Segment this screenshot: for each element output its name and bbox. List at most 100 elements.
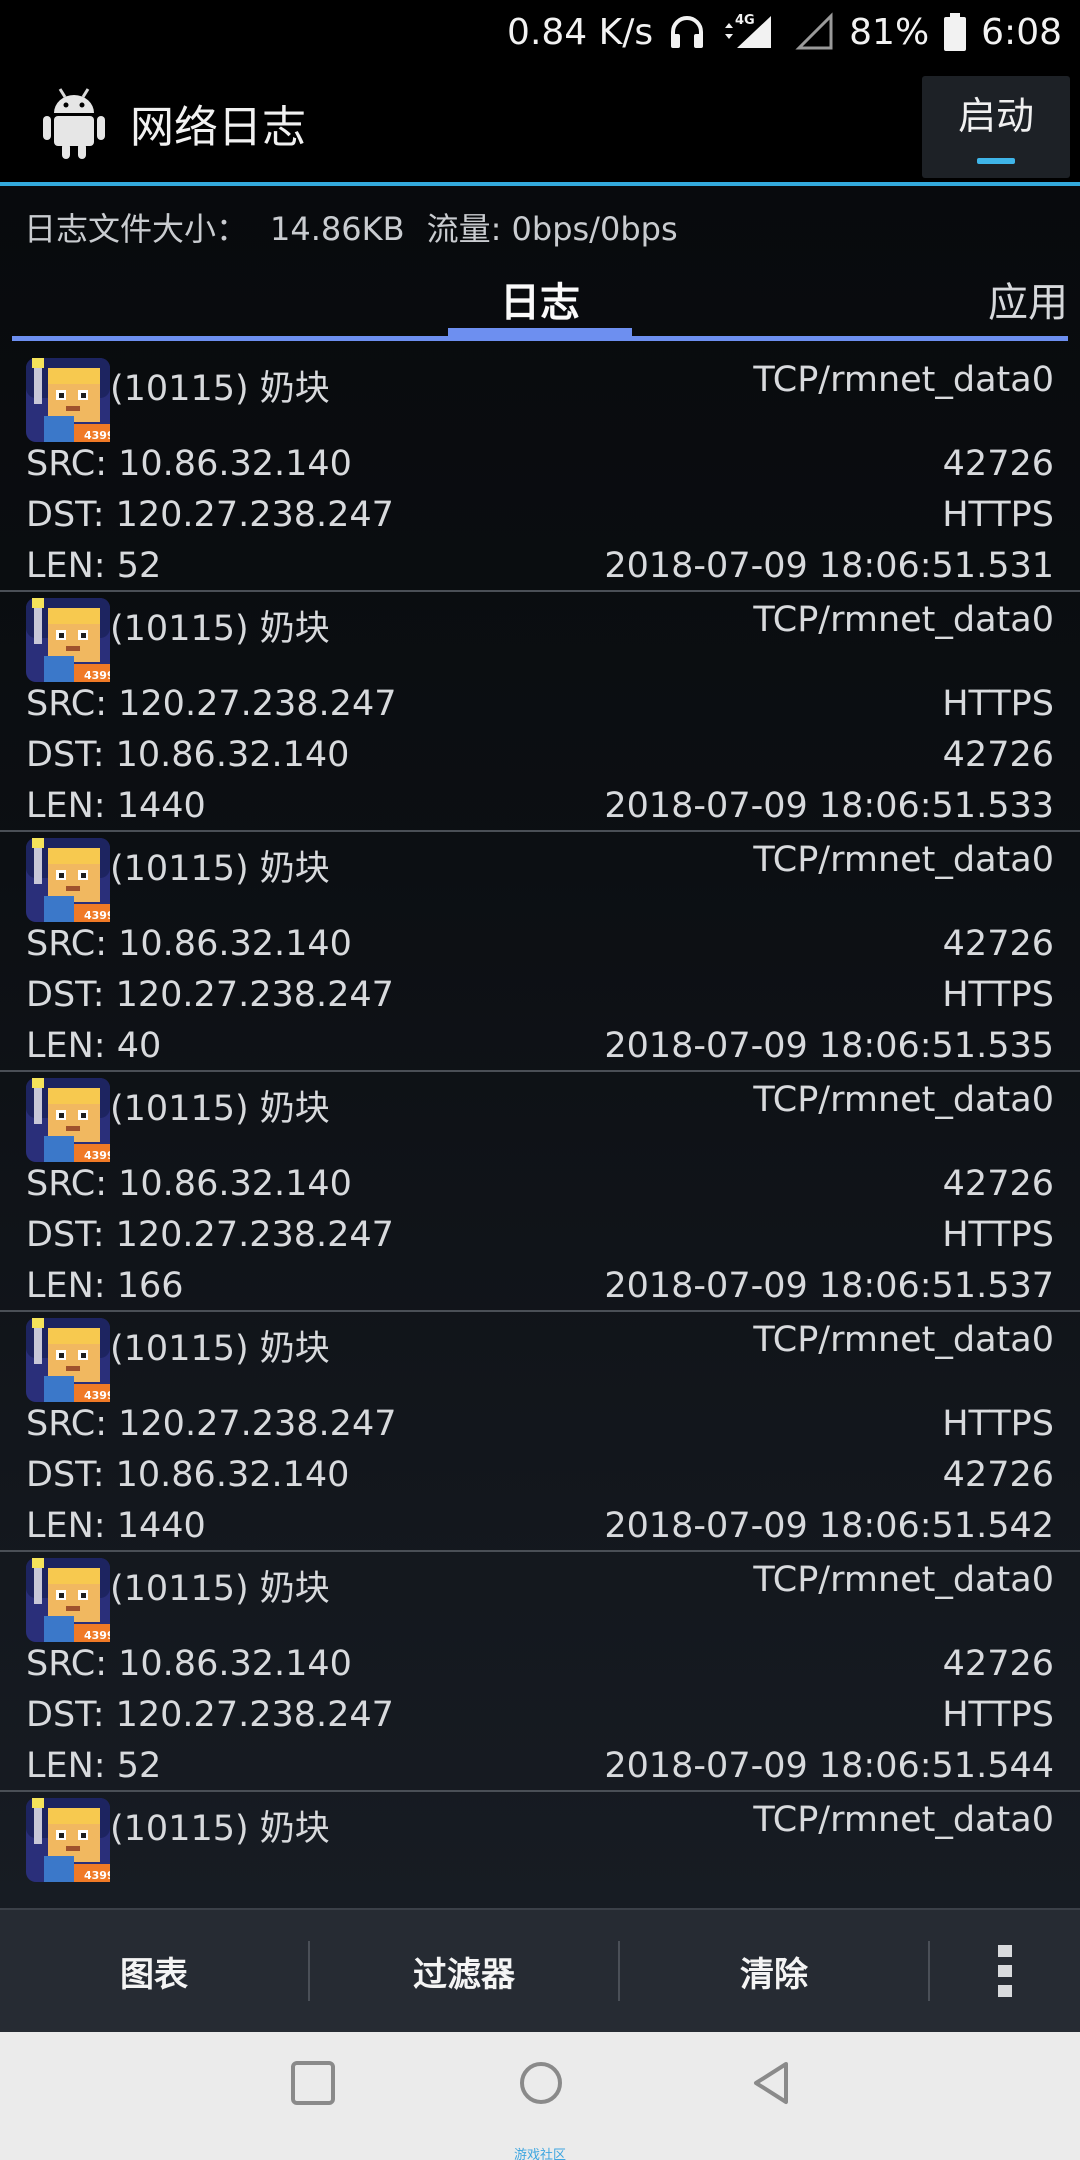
app-game-icon: [26, 358, 110, 442]
tabs-divider: [12, 336, 1068, 341]
log-entry[interactable]: (10115) 奶块 TCP/rmnet_data0 SRC: 10.86.32…: [0, 1552, 1080, 1792]
log-list[interactable]: (10115) 奶块 TCP/rmnet_data0 SRC: 10.86.32…: [0, 352, 1080, 1908]
network-speed: 0.84 K/s: [507, 11, 654, 53]
entry-src: SRC: 120.27.238.247: [26, 1404, 397, 1444]
entry-dst: DST: 120.27.238.247: [26, 495, 394, 535]
tab-apps[interactable]: 应用: [988, 270, 1068, 328]
entry-dst: DST: 10.86.32.140: [26, 735, 350, 775]
entry-time: 2018-07-09 18:06:51.544: [604, 1746, 1054, 1786]
filter-button-label: 过滤器: [413, 1954, 515, 1995]
battery-level: 81%: [849, 11, 930, 53]
watermark: 游戏社区: [514, 2148, 567, 2160]
log-entry[interactable]: (10115) 奶块 TCP/rmnet_data0 SRC: 10.86.32…: [0, 352, 1080, 592]
entry-app: (10115) 奶块: [110, 1809, 330, 1849]
network-type: 4G: [735, 13, 755, 28]
entry-time: 2018-07-09 18:06:51.535: [604, 1026, 1054, 1066]
entry-src-port: 42726: [942, 924, 1054, 964]
tab-log[interactable]: 日志: [448, 262, 632, 338]
entry-dst-port: HTTPS: [942, 975, 1054, 1015]
entry-protocol: TCP/rmnet_data0: [753, 1320, 1054, 1360]
entry-src-port: 42726: [942, 1164, 1054, 1204]
entry-dst: DST: 120.27.238.247: [26, 975, 394, 1015]
headphones-icon: [667, 12, 707, 52]
entry-app: (10115) 奶块: [110, 1329, 330, 1369]
entry-dst-port: HTTPS: [942, 1695, 1054, 1735]
entry-len: LEN: 1440: [26, 786, 206, 826]
home-icon[interactable]: [518, 2060, 564, 2106]
clear-button[interactable]: 清除: [620, 1909, 928, 2033]
file-size-label: 日志文件大小：: [24, 210, 249, 248]
app-game-icon: [26, 1078, 110, 1162]
entry-dst: DST: 120.27.238.247: [26, 1695, 394, 1735]
entry-dst-port: 42726: [942, 1455, 1054, 1495]
log-entry[interactable]: (10115) 奶块 TCP/rmnet_data0 SRC: 10.86.32…: [0, 1072, 1080, 1312]
entry-time: 2018-07-09 18:06:51.533: [604, 786, 1054, 826]
entry-protocol: TCP/rmnet_data0: [753, 840, 1054, 880]
clear-button-label: 清除: [740, 1954, 808, 1995]
entry-time: 2018-07-09 18:06:51.537: [604, 1266, 1054, 1306]
entry-dst-port: HTTPS: [942, 1215, 1054, 1255]
entry-len: LEN: 166: [26, 1266, 184, 1306]
signal-empty-icon: [795, 12, 835, 52]
entry-src: SRC: 10.86.32.140: [26, 444, 352, 484]
log-entry[interactable]: (10115) 奶块 TCP/rmnet_data0 SRC: 120.27.2…: [0, 592, 1080, 832]
log-entry[interactable]: (10115) 奶块 TCP/rmnet_data0 SRC: 10.86.32…: [0, 832, 1080, 1072]
entry-app: (10115) 奶块: [110, 609, 330, 649]
entry-protocol: TCP/rmnet_data0: [753, 1800, 1054, 1840]
entry-src: SRC: 120.27.238.247: [26, 684, 397, 724]
tab-bar: 日志 应用: [12, 262, 1068, 342]
entry-len: LEN: 52: [26, 1746, 162, 1786]
screen: 0.84 K/s 4G 81% 6:08 网络日志 启动 日志文件大小： 14.…: [0, 0, 1080, 2160]
app-bar-divider: [0, 182, 1080, 186]
entry-dst-port: HTTPS: [942, 495, 1054, 535]
start-indicator: [977, 157, 1015, 164]
entry-app: (10115) 奶块: [110, 1089, 330, 1129]
filter-button[interactable]: 过滤器: [310, 1909, 618, 2033]
battery-icon: [943, 12, 967, 52]
chart-button[interactable]: 图表: [0, 1909, 308, 2033]
entry-src-port: HTTPS: [942, 684, 1054, 724]
entry-protocol: TCP/rmnet_data0: [753, 600, 1054, 640]
app-title: 网络日志: [130, 102, 306, 153]
start-button[interactable]: 启动: [922, 76, 1070, 178]
recents-icon[interactable]: [290, 2060, 336, 2106]
entry-app: (10115) 奶块: [110, 369, 330, 409]
entry-src-port: HTTPS: [942, 1404, 1054, 1444]
entry-protocol: TCP/rmnet_data0: [753, 1080, 1054, 1120]
file-size-value: 14.86KB: [270, 210, 405, 248]
app-game-icon: [26, 598, 110, 682]
tab-apps-label: 应用: [988, 280, 1068, 326]
overflow-menu-icon: [998, 1945, 1012, 1997]
log-info: 日志文件大小： 14.86KB 流量: 0bps/0bps: [24, 204, 678, 250]
entry-app: (10115) 奶块: [110, 849, 330, 889]
android-icon: [43, 88, 105, 159]
app-game-icon: [26, 1798, 110, 1882]
more-menu-button[interactable]: [930, 1909, 1080, 2033]
traffic-value: 流量: 0bps/0bps: [426, 210, 678, 248]
entry-app: (10115) 奶块: [110, 1569, 330, 1609]
entry-protocol: TCP/rmnet_data0: [753, 360, 1054, 400]
log-entry[interactable]: (10115) 奶块 TCP/rmnet_data0: [0, 1792, 1080, 1908]
entry-src: SRC: 10.86.32.140: [26, 924, 352, 964]
entry-src-port: 42726: [942, 444, 1054, 484]
app-bar: 网络日志 启动: [0, 64, 1080, 182]
tab-log-label: 日志: [500, 280, 580, 326]
app-game-icon: [26, 838, 110, 922]
status-bar: 0.84 K/s 4G 81% 6:08: [0, 0, 1080, 64]
entry-protocol: TCP/rmnet_data0: [753, 1560, 1054, 1600]
entry-src: SRC: 10.86.32.140: [26, 1644, 352, 1684]
start-button-label: 启动: [957, 93, 1034, 138]
entry-len: LEN: 1440: [26, 1506, 206, 1546]
chart-button-label: 图表: [120, 1954, 188, 1995]
app-game-icon: [26, 1558, 110, 1642]
entry-dst: DST: 120.27.238.247: [26, 1215, 394, 1255]
bottom-toolbar: 图表 过滤器 清除: [0, 1908, 1080, 2032]
entry-dst: DST: 10.86.32.140: [26, 1455, 350, 1495]
entry-dst-port: 42726: [942, 735, 1054, 775]
entry-len: LEN: 40: [26, 1026, 162, 1066]
entry-src: SRC: 10.86.32.140: [26, 1164, 352, 1204]
log-entry[interactable]: (10115) 奶块 TCP/rmnet_data0 SRC: 120.27.2…: [0, 1312, 1080, 1552]
entry-len: LEN: 52: [26, 546, 162, 586]
back-icon[interactable]: [748, 2060, 794, 2106]
app-game-icon: [26, 1318, 110, 1402]
